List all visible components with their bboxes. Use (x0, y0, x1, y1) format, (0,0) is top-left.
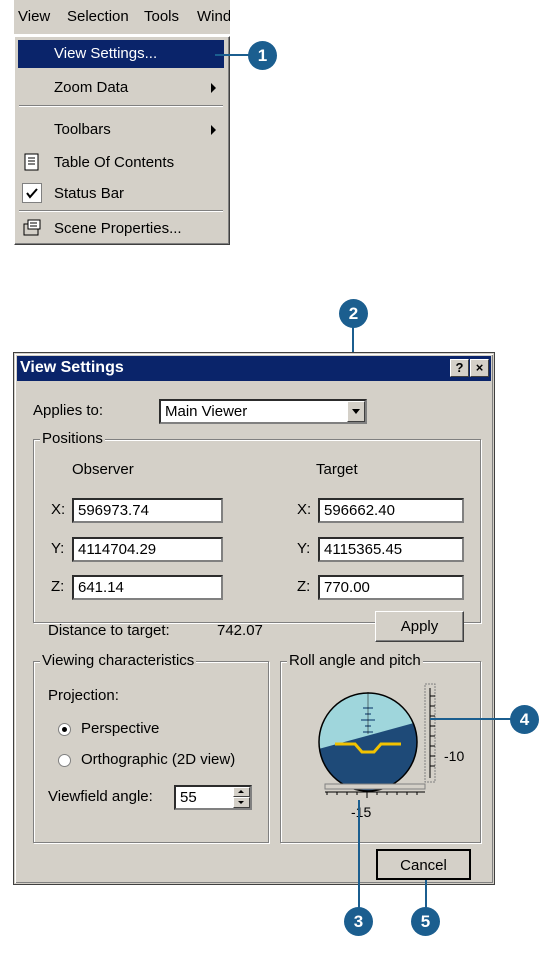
table-of-contents-icon (22, 152, 42, 172)
orthographic-radio[interactable] (58, 754, 71, 767)
roll-value: -15 (351, 804, 372, 820)
callout-1: 1 (248, 41, 277, 70)
applies-to-value: Main Viewer (165, 403, 248, 420)
help-button[interactable]: ? (450, 359, 469, 377)
pitch-value: -10 (444, 748, 465, 764)
observer-z-field[interactable]: 641.14 (72, 575, 223, 600)
dropdown-button[interactable] (347, 401, 365, 422)
menu-item-table-of-contents[interactable]: Table Of Contents (18, 149, 224, 177)
distance-value: 742.07 (217, 622, 263, 639)
menu-separator (19, 210, 223, 212)
viewfield-angle-label: Viewfield angle: (48, 788, 153, 805)
submenu-arrow-icon (211, 125, 216, 135)
target-x-label: X: (297, 501, 312, 518)
submenu-arrow-icon (211, 83, 216, 93)
observer-y-field[interactable]: 4114704.29 (72, 537, 223, 562)
observer-z-label: Z: (51, 578, 65, 595)
scene-properties-icon (22, 218, 42, 238)
callout-5: 5 (411, 907, 440, 936)
observer-x-field[interactable]: 596973.74 (72, 498, 223, 523)
title-bar: View Settings ? × (17, 356, 491, 381)
menu-item-scene-properties[interactable]: Scene Properties... (18, 215, 224, 243)
positions-title: Positions (40, 430, 105, 447)
target-y-field[interactable]: 4115365.45 (318, 537, 464, 562)
callout-line (430, 718, 515, 720)
target-y-label: Y: (297, 540, 311, 557)
orthographic-label: Orthographic (2D view) (81, 751, 236, 768)
viewing-characteristics-title: Viewing characteristics (40, 652, 197, 669)
chevron-down-icon (352, 409, 360, 414)
menu-item-view-settings[interactable]: View Settings... (18, 40, 224, 68)
callout-4: 4 (510, 705, 539, 734)
roll-pitch-title: Roll angle and pitch (287, 652, 423, 669)
observer-label: Observer (72, 461, 134, 478)
menu-item-status-bar[interactable]: Status Bar (18, 180, 224, 208)
menu-item-toolbars[interactable]: Toolbars (18, 116, 224, 144)
perspective-label: Perspective (81, 720, 160, 737)
spinner-up-icon (238, 790, 244, 793)
target-x-field[interactable]: 596662.40 (318, 498, 464, 523)
spinner-up-button[interactable] (233, 787, 250, 797)
cancel-button[interactable]: Cancel (376, 849, 471, 880)
spinner-down-icon (238, 801, 244, 804)
observer-x-label: X: (51, 501, 66, 518)
menu-view[interactable]: View (18, 8, 50, 25)
checkmark-icon (22, 183, 42, 203)
menu-window[interactable]: Wind (197, 8, 230, 25)
callout-2: 2 (339, 299, 368, 328)
callout-line (425, 880, 427, 910)
target-label: Target (316, 461, 358, 478)
menu-item-zoom-data[interactable]: Zoom Data (18, 74, 224, 102)
callout-3: 3 (344, 907, 373, 936)
view-settings-dialog: View Settings ? × Applies to: Main Viewe… (13, 352, 495, 885)
menu-separator (19, 105, 223, 107)
applies-to-label: Applies to: (33, 402, 104, 419)
distance-label: Distance to target: (48, 622, 170, 639)
apply-button[interactable]: Apply (375, 611, 464, 642)
menu-tools[interactable]: Tools (144, 8, 179, 25)
view-menu-dropdown: View Settings... Zoom Data Toolbars Tabl… (14, 36, 230, 245)
dialog-title: View Settings (20, 359, 124, 376)
close-button[interactable]: × (470, 359, 489, 377)
projection-label: Projection: (48, 687, 119, 704)
viewfield-angle-value: 55 (180, 789, 197, 806)
spinner-down-button[interactable] (233, 797, 250, 808)
applies-to-select[interactable]: Main Viewer (159, 399, 367, 424)
callout-line (358, 800, 360, 915)
perspective-radio[interactable] (58, 723, 71, 736)
attitude-indicator[interactable] (295, 674, 465, 814)
target-z-field[interactable]: 770.00 (318, 575, 464, 600)
menu-bar: View Selection Tools Wind (14, 0, 230, 35)
menu-selection[interactable]: Selection (67, 8, 129, 25)
observer-y-label: Y: (51, 540, 65, 557)
target-z-label: Z: (297, 578, 311, 595)
viewfield-angle-spinner[interactable]: 55 (174, 785, 252, 810)
